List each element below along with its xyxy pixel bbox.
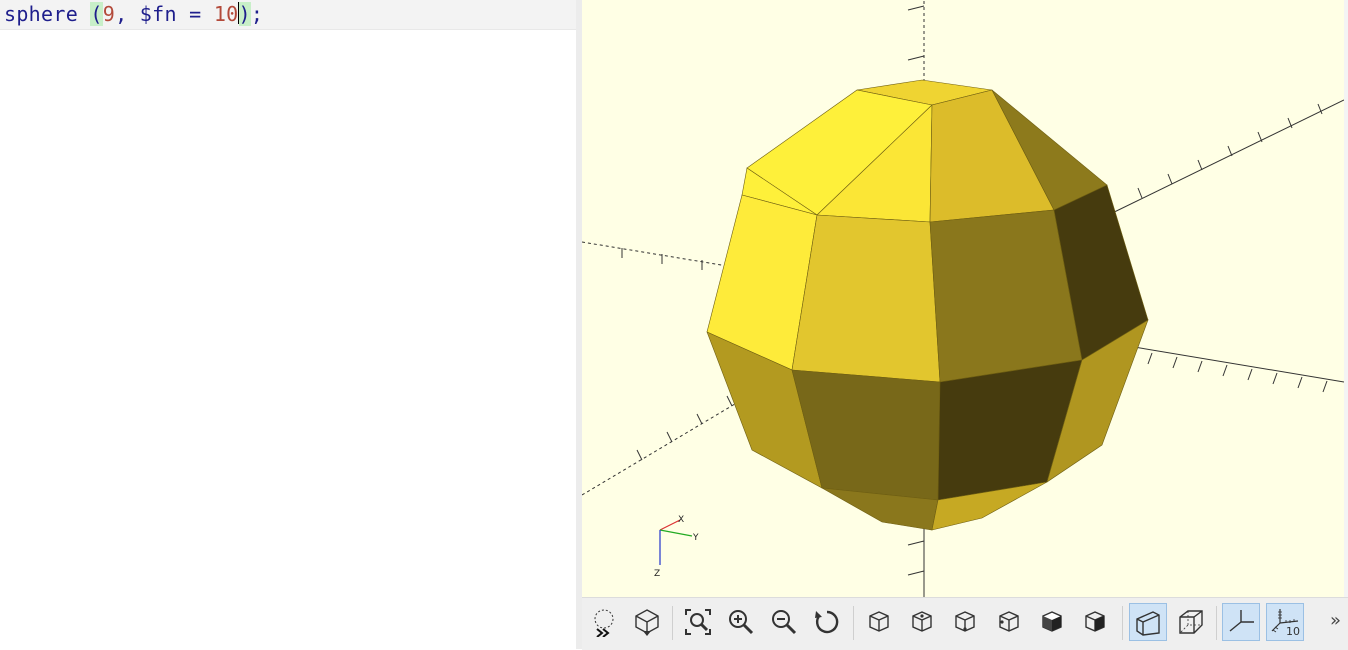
zoom-out-button[interactable]: [765, 603, 803, 641]
code-line-1[interactable]: sphere (9, $fn = 10);: [4, 1, 263, 28]
view-bottom-icon: [955, 611, 975, 632]
perspective-button[interactable]: [1129, 603, 1167, 641]
render-icon: [635, 609, 659, 636]
render-button[interactable]: [628, 603, 666, 641]
viewport-edge: [1344, 0, 1348, 597]
view-front-button[interactable]: [1033, 603, 1071, 641]
view-left-button[interactable]: [990, 603, 1028, 641]
reset-view-button[interactable]: [808, 603, 846, 641]
toolbar-separator: [853, 606, 854, 640]
preview-button[interactable]: [586, 603, 624, 641]
view-all-button[interactable]: [679, 603, 717, 641]
show-axes-button[interactable]: [1222, 603, 1260, 641]
view-bottom-button[interactable]: [946, 603, 984, 641]
view-left-icon: [999, 611, 1019, 632]
gizmo-y-label: Y: [692, 533, 699, 543]
orthogonal-button[interactable]: [1172, 603, 1210, 641]
show-scale-markers-button[interactable]: 10: [1266, 603, 1304, 641]
orthogonal-icon: [1179, 610, 1203, 634]
close-paren: ): [238, 2, 251, 26]
reset-view-icon: [815, 610, 839, 634]
gizmo-x-label: X: [678, 515, 684, 525]
view-back-button[interactable]: [1076, 603, 1114, 641]
view-all-icon: [685, 609, 711, 635]
toolbar-separator: [672, 606, 673, 640]
fn-value: 10: [213, 2, 239, 26]
comma: ,: [115, 2, 140, 26]
view-right-button[interactable]: [860, 603, 898, 641]
scale-marker-label: 10: [1286, 625, 1300, 637]
zoom-in-button[interactable]: [722, 603, 760, 641]
perspective-icon: [1136, 611, 1160, 636]
view-back-icon: [1085, 611, 1105, 632]
toolbar-overflow-button[interactable]: »: [1330, 610, 1341, 631]
toolbar-separator: [1122, 606, 1123, 640]
show-axes-icon: [1229, 610, 1254, 632]
sphere-mesh: [706, 79, 1149, 531]
semicolon: ;: [250, 2, 264, 26]
radius-value: 9: [102, 2, 116, 26]
view-right-icon: [869, 611, 889, 632]
axis-gizmo: X Y Z: [654, 515, 699, 579]
equals: =: [176, 2, 214, 26]
view-top-button[interactable]: [903, 603, 941, 641]
open-paren: (: [90, 2, 103, 26]
keyword-sphere: sphere: [4, 2, 79, 26]
fn-param: $fn: [139, 2, 177, 26]
code-editor[interactable]: sphere (9, $fn = 10);: [0, 0, 577, 649]
view-top-icon: [912, 611, 932, 632]
show-scale-markers-icon: 10: [1271, 609, 1300, 637]
view-front-icon: [1042, 611, 1062, 632]
toolbar-separator: [1216, 606, 1217, 640]
3d-viewport[interactable]: X Y Z: [582, 0, 1344, 597]
viewer-toolbar: 10 »: [582, 597, 1348, 650]
zoom-out-icon: [772, 610, 797, 635]
preview-icon: [594, 609, 614, 637]
viewport-canvas: X Y Z: [582, 0, 1344, 597]
gizmo-z-label: Z: [654, 569, 660, 579]
zoom-in-icon: [729, 610, 754, 635]
